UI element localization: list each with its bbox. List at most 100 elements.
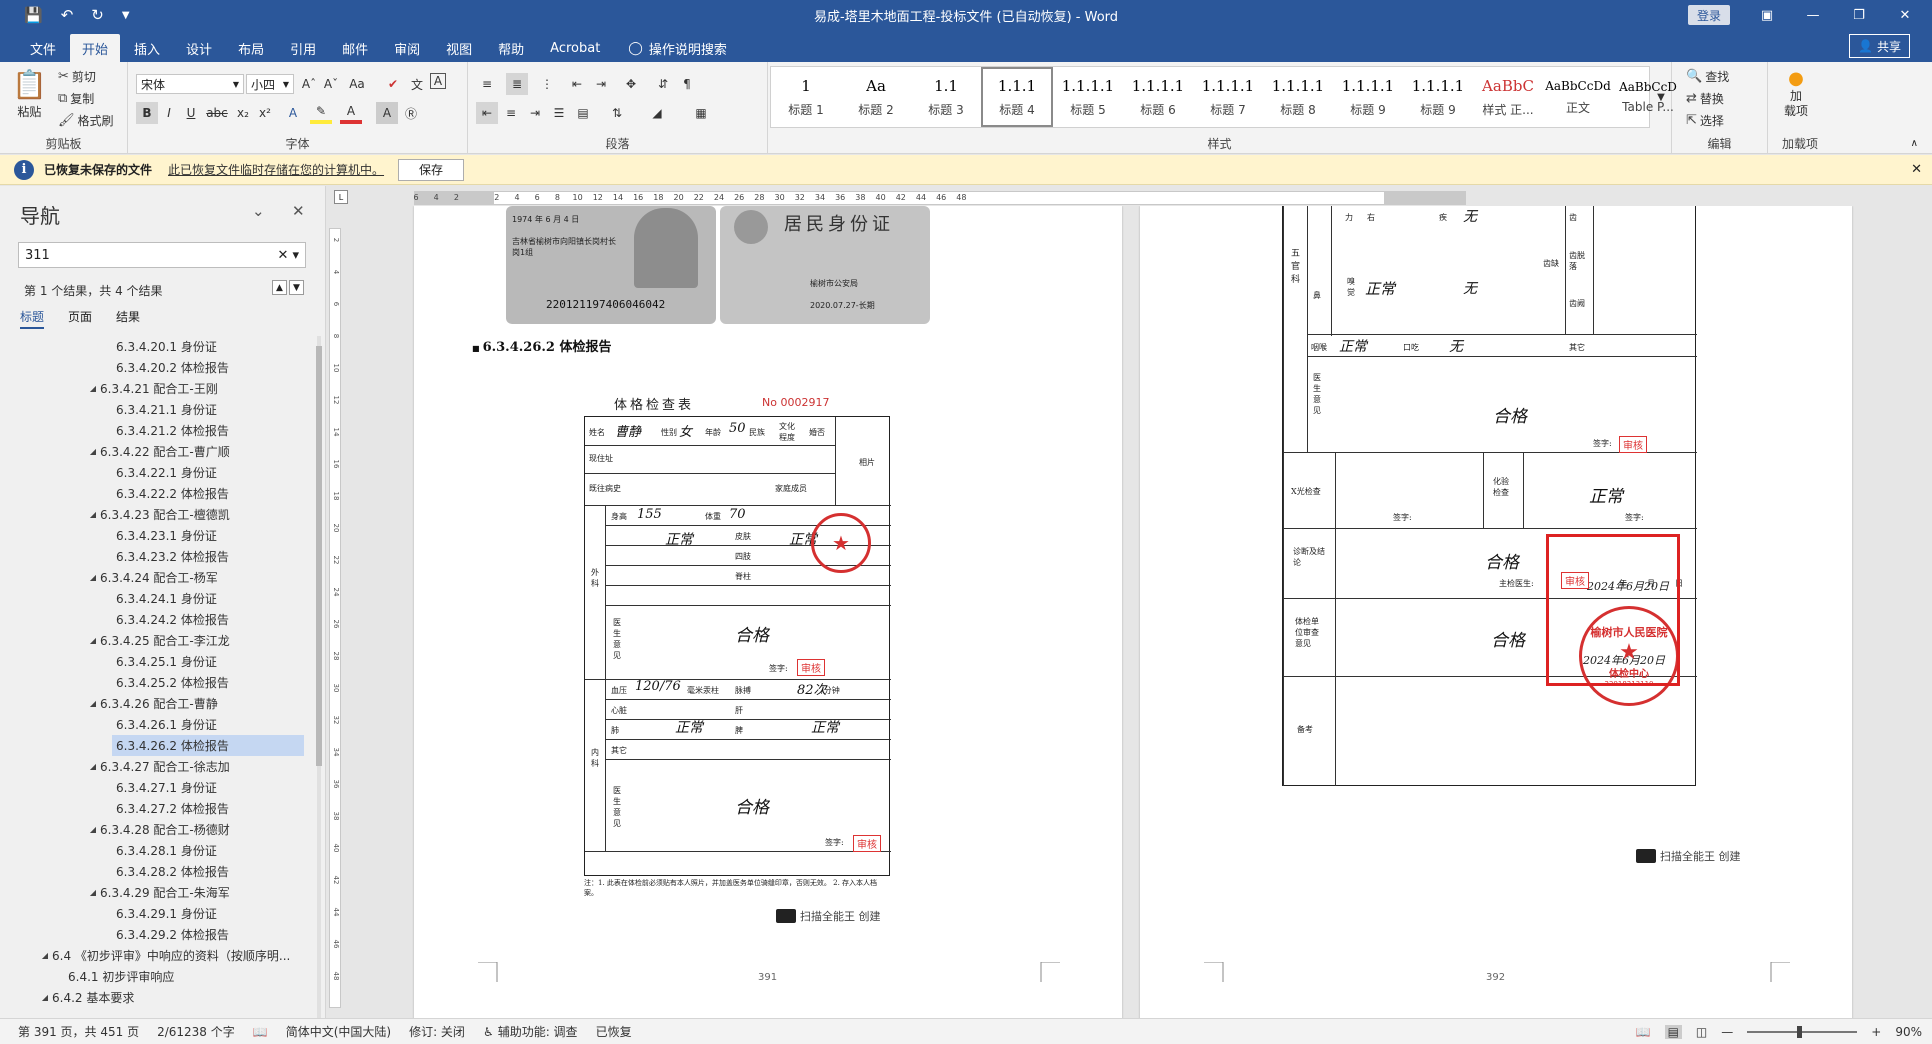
format-painter-button[interactable]: 🖌 格式刷	[58, 112, 114, 129]
collapse-ribbon-icon[interactable]: ∧	[1911, 138, 1918, 149]
superscript-icon[interactable]: x²	[254, 102, 276, 124]
close-icon[interactable]: ✕	[292, 202, 305, 220]
nav-tab-results[interactable]: 结果	[116, 308, 140, 329]
close-icon[interactable]: ✕	[1911, 162, 1922, 177]
nav-scrollbar[interactable]	[314, 336, 324, 1018]
status-track-changes[interactable]: 修订: 关闭	[409, 1023, 465, 1040]
clear-search-icon[interactable]: ✕ ▾	[277, 248, 299, 263]
bullets-icon[interactable]: ≡	[476, 73, 498, 95]
minimize-button[interactable]: —	[1790, 0, 1836, 30]
nav-tab-headings[interactable]: 标题	[20, 308, 45, 329]
shrink-font-icon[interactable]: Aˇ	[320, 73, 342, 95]
nav-heading-item[interactable]: 6.3.4.24.2 体检报告	[0, 609, 325, 630]
nav-heading-item[interactable]: ◢ 6.4.2 基本要求	[0, 987, 325, 1008]
nav-heading-item[interactable]: 6.3.4.21.2 体检报告	[0, 420, 325, 441]
style-body-custom[interactable]: AaBbC 样式 正...	[1473, 67, 1543, 127]
collapse-triangle-icon[interactable]: ◢	[86, 762, 100, 771]
zoom-in-icon[interactable]: +	[1871, 1025, 1881, 1039]
collapse-triangle-icon[interactable]: ◢	[86, 384, 100, 393]
underline-icon[interactable]: U	[180, 102, 202, 124]
align-left-icon[interactable]: ⇤	[476, 102, 498, 124]
tab-design[interactable]: 设计	[174, 34, 224, 62]
font-color-icon[interactable]: A	[340, 102, 362, 124]
nav-heading-item[interactable]: ◢ 6.3.4.29 配合工-朱海军	[0, 882, 325, 903]
nav-heading-item[interactable]: 6.3.4.22.2 体检报告	[0, 483, 325, 504]
copy-button[interactable]: ⧉ 复制	[58, 90, 94, 107]
char-border-icon[interactable]: A	[430, 73, 446, 89]
tab-review[interactable]: 审阅	[382, 34, 432, 62]
status-proofing[interactable]: 📖	[253, 1025, 268, 1039]
clear-format-icon[interactable]: ✔	[382, 73, 404, 95]
tell-me-search[interactable]: ◯ 操作说明搜索	[628, 34, 727, 62]
collapse-triangle-icon[interactable]: ◢	[86, 825, 100, 834]
collapse-triangle-icon[interactable]: ◢	[38, 993, 52, 1002]
style-heading-4[interactable]: 1.1.1 标题 4	[981, 67, 1053, 127]
nav-heading-item[interactable]: ◢ 6.3.4.28 配合工-杨德财	[0, 819, 325, 840]
nav-heading-item[interactable]: ◢ 6.3.4.26 配合工-曹静	[0, 693, 325, 714]
cut-button[interactable]: ✂ 剪切	[58, 68, 96, 85]
infobar-save-button[interactable]: 保存	[398, 158, 465, 181]
nav-tab-pages[interactable]: 页面	[68, 308, 92, 329]
grow-font-icon[interactable]: Aˆ	[298, 73, 320, 95]
decrease-indent-icon[interactable]: ⇤	[566, 73, 588, 95]
tab-selector-icon[interactable]: L	[334, 190, 348, 204]
style-heading-5[interactable]: 1.1.1.1 标题 5	[1053, 67, 1123, 127]
style-heading-9[interactable]: 1.1.1.1 标题 9	[1333, 67, 1403, 127]
align-center-icon[interactable]: ≡	[500, 102, 522, 124]
zoom-out-icon[interactable]: —	[1721, 1025, 1733, 1039]
select-button[interactable]: ⇱ 选择	[1686, 112, 1724, 129]
sort-icon[interactable]: ⇵	[652, 73, 674, 95]
redo-icon[interactable]: ↻	[91, 6, 104, 24]
nav-heading-item[interactable]: 6.3.4.24.1 身份证	[0, 588, 325, 609]
addins-button[interactable]: ● 加 载项	[1784, 68, 1808, 119]
char-shading-icon[interactable]: A	[376, 102, 398, 124]
nav-heading-item[interactable]: 6.3.4.26.2 体检报告	[0, 735, 325, 756]
replace-button[interactable]: ⇄ 替换	[1686, 90, 1724, 107]
nav-heading-item[interactable]: ◢ 6.3.4.23 配合工-檀德凯	[0, 504, 325, 525]
style-heading-9b[interactable]: 1.1.1.1 标题 9	[1403, 67, 1473, 127]
nav-heading-item[interactable]: 6.3.4.29.2 体检报告	[0, 924, 325, 945]
nav-heading-item[interactable]: 6.4.1 初步评审响应	[0, 966, 325, 987]
collapse-triangle-icon[interactable]: ◢	[86, 888, 100, 897]
nav-heading-item[interactable]: ◢ 6.4 《初步评审》中响应的资料（按顺序明...	[0, 945, 325, 966]
login-button[interactable]: 登录	[1688, 5, 1730, 25]
borders-icon[interactable]: ▦	[690, 102, 712, 124]
subscript-icon[interactable]: x₂	[232, 102, 254, 124]
next-result-icon[interactable]: ▼	[289, 280, 304, 295]
increase-indent-icon[interactable]: ⇥	[590, 73, 612, 95]
style-heading-2[interactable]: Aa 标题 2	[841, 67, 911, 127]
chevron-down-icon[interactable]: ⌄	[252, 202, 265, 220]
ribbon-display-options-icon[interactable]: ▣	[1744, 0, 1790, 30]
nav-heading-item[interactable]: ◢ 6.3.4.25 配合工-李江龙	[0, 630, 325, 651]
strikethrough-icon[interactable]: abc	[206, 102, 228, 124]
nav-heading-item[interactable]: ◢ 6.3.4.21 配合工-王刚	[0, 378, 325, 399]
enclose-char-icon[interactable]: Ⓡ	[400, 102, 422, 124]
web-layout-icon[interactable]: ◫	[1696, 1025, 1707, 1039]
nav-heading-item[interactable]: ◢ 6.3.4.22 配合工-曹广顺	[0, 441, 325, 462]
nav-heading-item[interactable]: 6.3.4.28.2 体检报告	[0, 861, 325, 882]
restore-button[interactable]: ❐	[1836, 0, 1882, 30]
nav-heading-item[interactable]: 6.3.4.23.2 体检报告	[0, 546, 325, 567]
collapse-triangle-icon[interactable]: ◢	[86, 699, 100, 708]
nav-heading-item[interactable]: 6.3.4.25.2 体检报告	[0, 672, 325, 693]
status-accessibility[interactable]: ♿ 辅助功能: 调查	[483, 1023, 578, 1040]
phonetic-guide-icon[interactable]: 文	[406, 73, 428, 95]
print-layout-icon[interactable]: ▤	[1664, 1024, 1682, 1039]
nav-heading-item[interactable]: 6.3.4.21.1 身份证	[0, 399, 325, 420]
zoom-level[interactable]: 90%	[1895, 1025, 1922, 1039]
tab-home[interactable]: 开始	[70, 34, 121, 62]
bold-icon[interactable]: B	[136, 102, 158, 124]
infobar-message[interactable]: 此已恢复文件临时存储在您的计算机中。	[168, 161, 384, 178]
nav-heading-item[interactable]: ◢ 6.3.4.27 配合工-徐志加	[0, 756, 325, 777]
collapse-triangle-icon[interactable]: ◢	[38, 951, 52, 960]
chinese-layout-icon[interactable]: ✥	[620, 73, 642, 95]
tab-insert[interactable]: 插入	[122, 34, 172, 62]
find-button[interactable]: 🔍 查找	[1686, 68, 1729, 85]
nav-heading-item[interactable]: 6.3.4.23.1 身份证	[0, 525, 325, 546]
collapse-triangle-icon[interactable]: ◢	[86, 447, 100, 456]
align-right-icon[interactable]: ⇥	[524, 102, 546, 124]
highlight-icon[interactable]: ✎	[310, 102, 332, 124]
nav-heading-item[interactable]: 6.3.4.20.1 身份证	[0, 336, 325, 357]
save-icon[interactable]: 💾	[24, 6, 43, 24]
style-normal[interactable]: AaBbCcDd 正文	[1543, 67, 1613, 127]
